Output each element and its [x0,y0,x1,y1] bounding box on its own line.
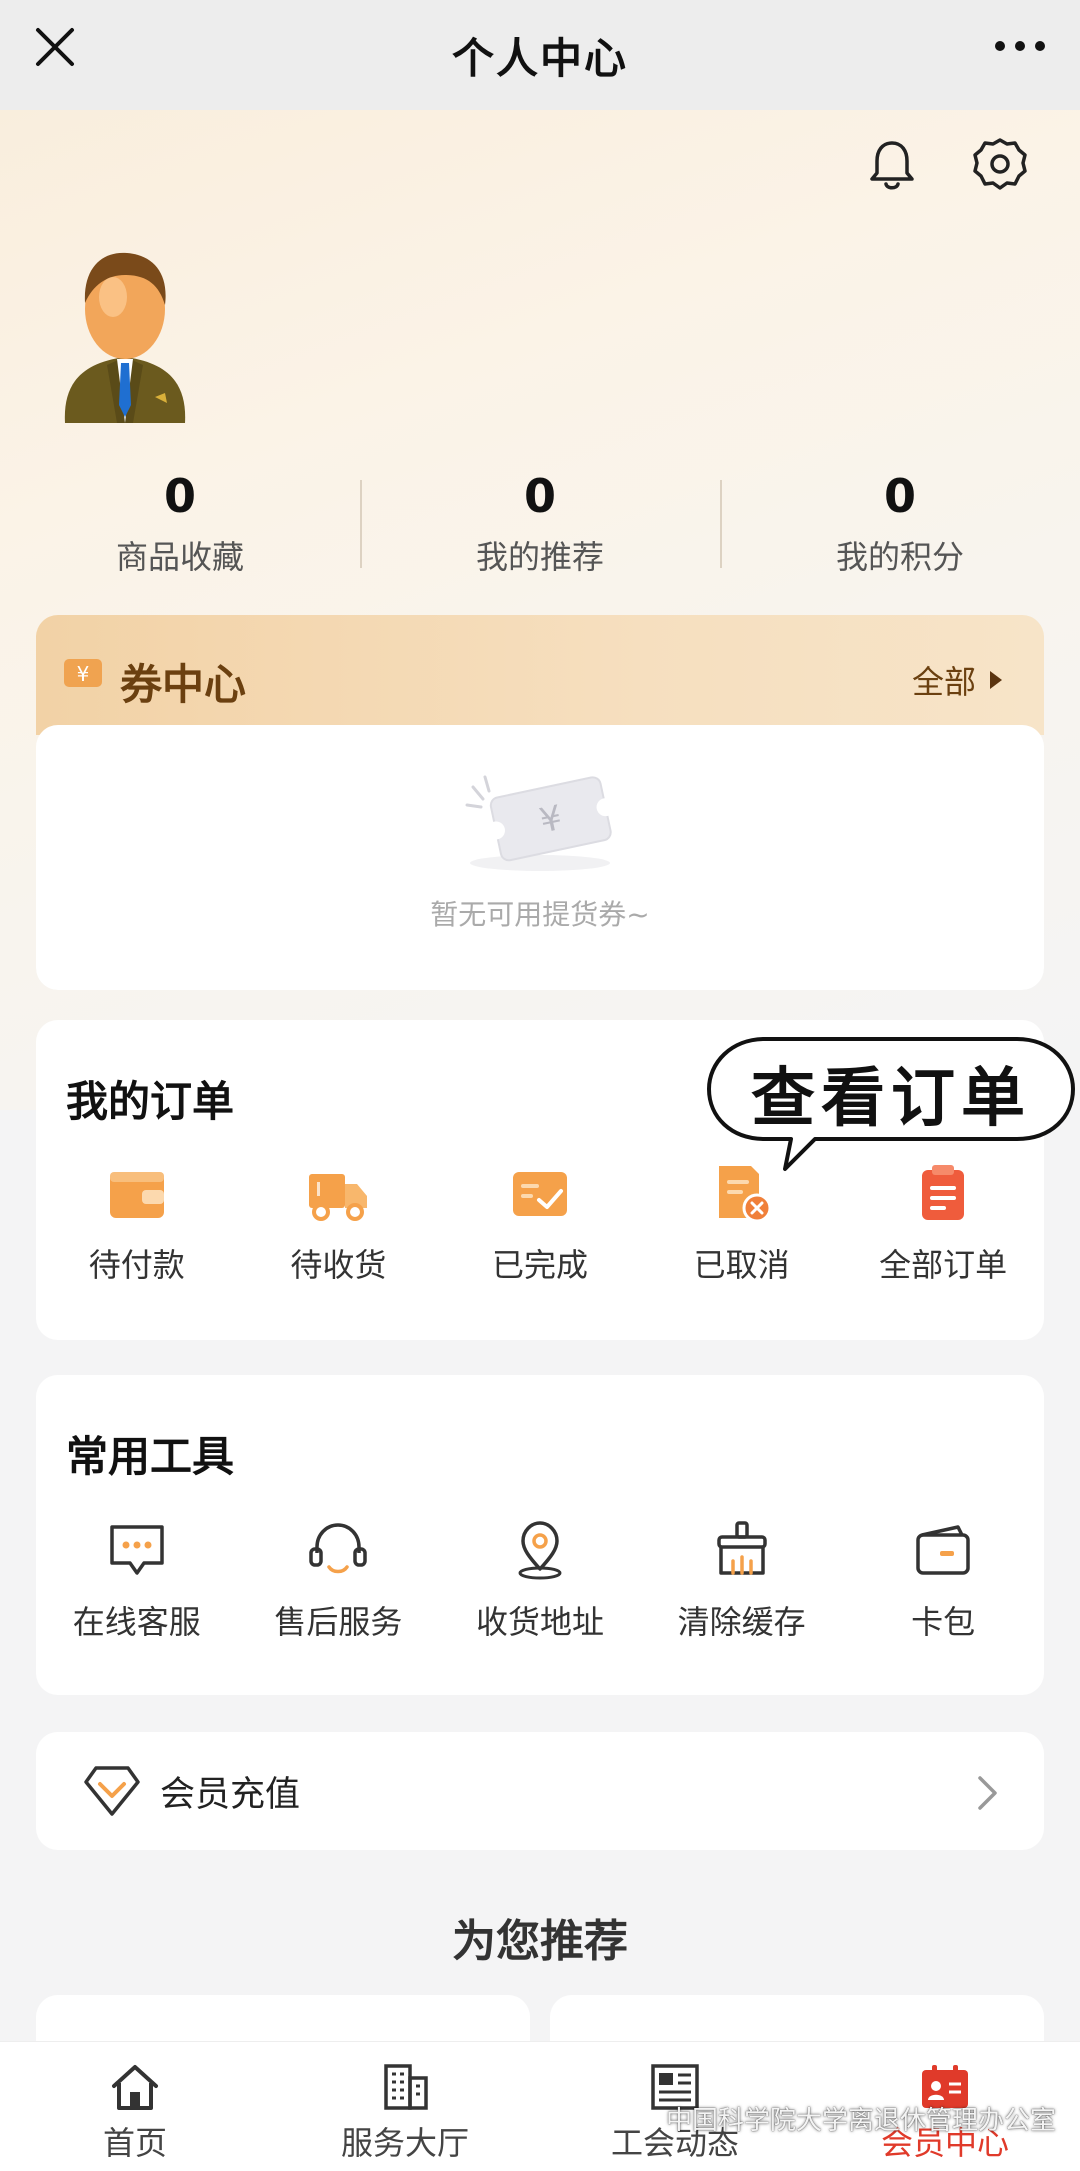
stats-row: 0 商品收藏 0 我的推荐 0 我的积分 [0,468,1080,588]
bell-icon[interactable] [862,135,922,195]
view-orders-callout: 查看订单 [705,1035,1077,1175]
tool-online-service[interactable]: 在线客服 [36,1517,238,1643]
stat-points[interactable]: 0 我的积分 [720,468,1080,588]
order-completed[interactable]: 已完成 [439,1160,641,1286]
coupon-center-card: ¥ 券中心 全部 ¥ 暂无可用提货券~ [36,615,1044,990]
stat-value: 0 [523,469,556,523]
empty-coupon-icon: ¥ [465,775,615,871]
home-icon [112,2065,158,2110]
membership-recharge-row[interactable]: 会员充值 [36,1732,1044,1850]
broom-icon [716,1521,767,1575]
card-icon [916,1525,970,1575]
tool-clear-cache[interactable]: 清除缓存 [641,1517,843,1643]
chevron-right-icon [978,1776,997,1810]
watermark: 中国科学院大学离退休管理办公室 [622,2100,1056,2137]
truck-icon [309,1174,368,1221]
orders-title: 我的订单 [66,1077,235,1126]
recommend-title: 为您推荐 [452,1916,628,1967]
order-status-label: 待付款 [88,1246,185,1284]
order-status-grid: 待付款 待收货 已完成 已取消 全部订单 [36,1160,1044,1286]
tab-label: 服务大厅 [340,2124,469,2162]
stat-value: 0 [883,469,916,523]
order-pending-receipt[interactable]: 待收货 [238,1160,440,1286]
stat-label: 商品收藏 [115,538,244,576]
order-pending-payment[interactable]: 待付款 [36,1160,238,1286]
order-status-label: 已取消 [693,1246,790,1284]
vip-diamond-icon [84,1766,140,1816]
tab-service-hall[interactable]: 服务大厅 [270,2042,540,2171]
tools-card: 常用工具 在线客服 售后服务 收货地址 清除缓存 卡包 [36,1375,1044,1695]
stat-value: 0 [163,469,196,523]
wechat-icon [622,2104,658,2131]
tool-label: 售后服务 [274,1603,403,1641]
location-icon [518,1521,562,1580]
membership-recharge-label: 会员充值 [160,1774,301,1815]
completed-icon [512,1172,567,1216]
tools-grid: 在线客服 售后服务 收货地址 清除缓存 卡包 [36,1517,1044,1643]
order-status-label: 已完成 [491,1246,588,1284]
tool-label: 卡包 [911,1603,976,1641]
avatar[interactable] [55,245,195,425]
wallet-icon [109,1172,164,1218]
stat-favorites[interactable]: 0 商品收藏 [0,468,360,588]
order-cancelled[interactable]: 已取消 [641,1160,843,1286]
coupon-icon: ¥ [64,659,102,687]
view-all-label: 全部 [911,663,976,701]
tool-after-sales[interactable]: 售后服务 [238,1517,440,1643]
stat-recommendations[interactable]: 0 我的推荐 [360,468,720,588]
coupon-center-header: ¥ 券中心 全部 [36,615,1044,735]
building-icon [384,2064,428,2110]
headset-icon [309,1523,368,1574]
triangle-right-icon [990,671,1002,689]
stat-label: 我的推荐 [475,538,604,576]
callout-text: 查看订单 [751,1062,1031,1136]
page-title: 个人中心 [451,33,628,83]
tool-label: 清除缓存 [677,1603,806,1641]
tab-label: 首页 [102,2124,167,2162]
svg-text:¥: ¥ [77,662,90,686]
order-all[interactable]: 全部订单 [842,1160,1044,1286]
tool-label: 在线客服 [72,1603,201,1641]
coupon-center-title: 券中心 [120,660,247,709]
more-icon[interactable] [990,24,1050,68]
tool-card-wallet[interactable]: 卡包 [842,1517,1044,1643]
top-bar: 个人中心 [0,0,1080,110]
order-status-label: 待收货 [290,1246,387,1284]
coupon-view-all-link[interactable]: 全部 [912,657,1004,703]
close-icon[interactable] [30,22,80,72]
tools-title: 常用工具 [66,1432,235,1481]
empty-coupon-text: 暂无可用提货券~ [430,898,650,931]
tool-shipping-address[interactable]: 收货地址 [439,1517,641,1643]
order-status-label: 全部订单 [879,1246,1008,1284]
tool-label: 收货地址 [475,1603,604,1641]
gear-icon[interactable] [970,135,1030,195]
stat-label: 我的积分 [835,538,964,576]
watermark-text: 中国科学院大学离退休管理办公室 [665,2106,1056,2136]
chat-icon [110,1525,164,1575]
coupon-empty-state: ¥ 暂无可用提货券~ [36,725,1044,990]
tab-home[interactable]: 首页 [0,2042,270,2171]
